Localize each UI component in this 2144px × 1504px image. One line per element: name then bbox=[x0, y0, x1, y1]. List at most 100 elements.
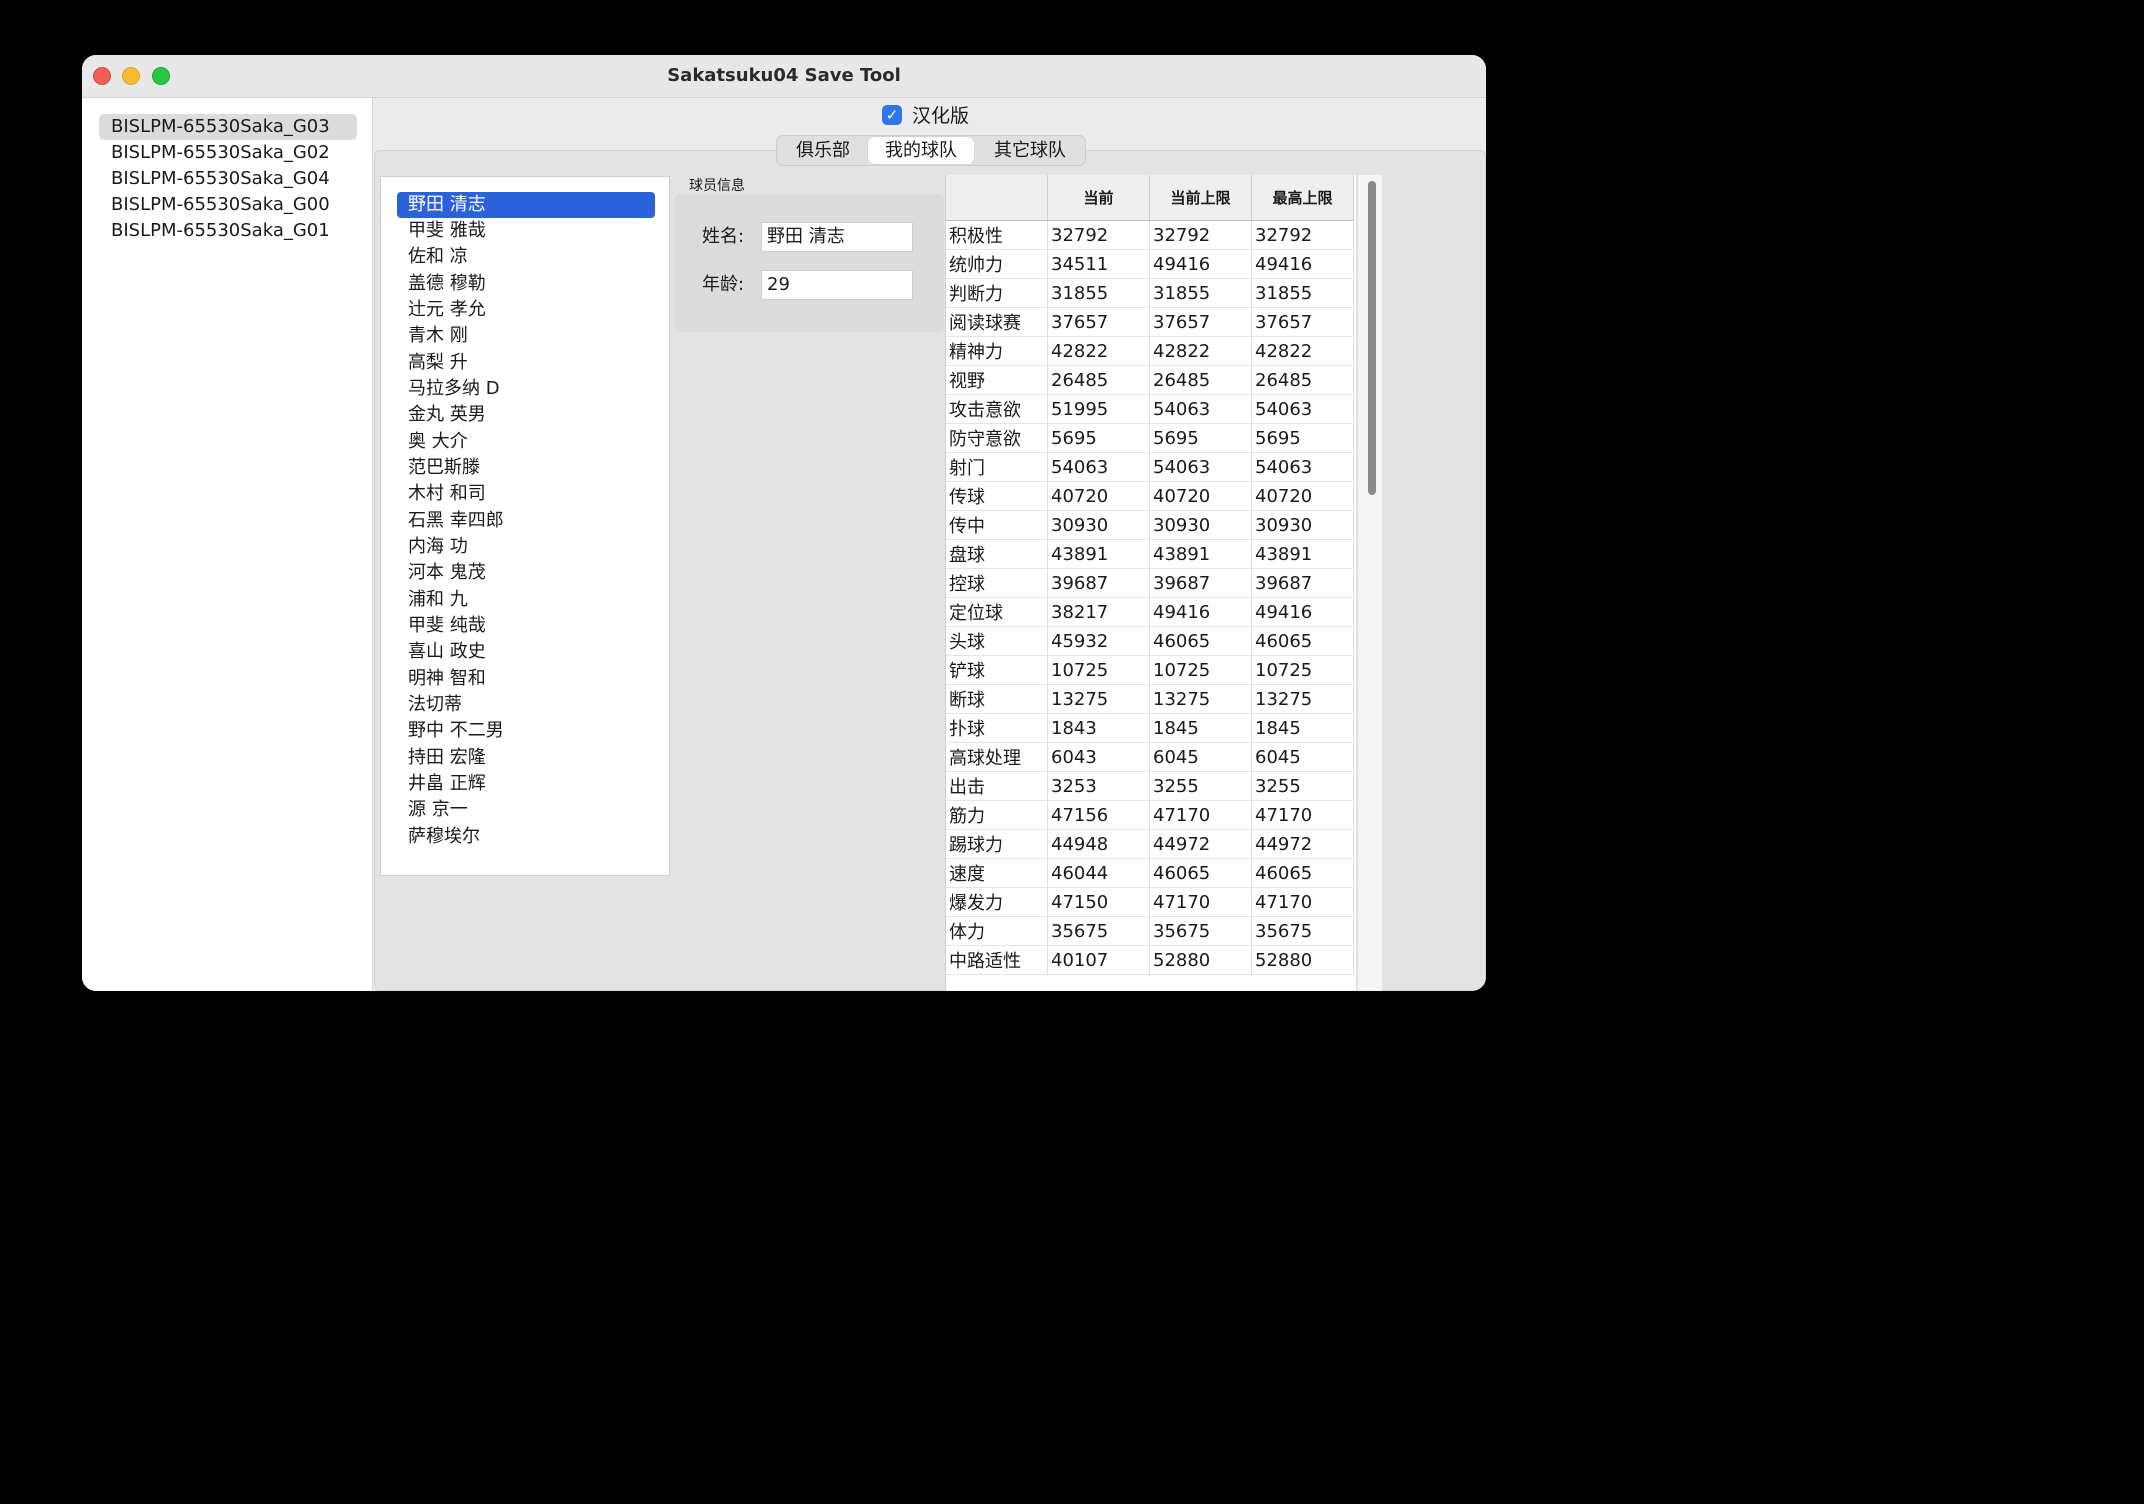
stat-value-cell[interactable]: 34511 bbox=[1047, 249, 1150, 279]
stat-value-cell[interactable]: 37657 bbox=[1149, 307, 1252, 337]
player-list-item[interactable]: 马拉多纳 D bbox=[397, 376, 655, 402]
player-list-item[interactable]: 河本 鬼茂 bbox=[397, 560, 655, 586]
stats-row[interactable]: 传中 30930 30930 30930 bbox=[946, 510, 1354, 540]
stats-column-header[interactable]: 当前上限 bbox=[1149, 175, 1252, 221]
stat-value-cell[interactable]: 42822 bbox=[1149, 336, 1252, 366]
stats-scrollbar[interactable] bbox=[1357, 175, 1382, 991]
player-list-item[interactable]: 甲斐 纯哉 bbox=[397, 613, 655, 639]
stat-value-cell[interactable]: 40720 bbox=[1149, 481, 1252, 511]
stat-value-cell[interactable]: 5695 bbox=[1047, 423, 1150, 453]
stat-value-cell[interactable]: 39687 bbox=[1149, 568, 1252, 598]
stats-table-container[interactable]: 当前 当前上限 最高上限 积极性 32792 32792 32792 统帅力 34511 4… bbox=[945, 175, 1356, 991]
stats-row[interactable]: 射门 54063 54063 54063 bbox=[946, 452, 1354, 482]
stat-value-cell[interactable]: 45932 bbox=[1047, 626, 1150, 656]
player-list-item[interactable]: 木村 和司 bbox=[397, 481, 655, 507]
stat-value-cell[interactable]: 13275 bbox=[1047, 684, 1150, 714]
stat-value-cell[interactable]: 54063 bbox=[1251, 394, 1354, 424]
stat-name-cell[interactable]: 盘球 bbox=[946, 539, 1048, 569]
stat-value-cell[interactable]: 43891 bbox=[1251, 539, 1354, 569]
save-file-item[interactable]: BISLPM-65530Saka_G04 bbox=[99, 166, 357, 192]
stat-value-cell[interactable]: 49416 bbox=[1149, 249, 1252, 279]
player-list-item[interactable]: 浦和 九 bbox=[397, 587, 655, 613]
stat-name-cell[interactable]: 速度 bbox=[946, 858, 1048, 888]
stats-column-header[interactable]: 最高上限 bbox=[1251, 175, 1354, 221]
stat-value-cell[interactable]: 1845 bbox=[1251, 713, 1354, 743]
stat-value-cell[interactable]: 52880 bbox=[1149, 945, 1252, 975]
stats-row[interactable]: 出击 3253 3255 3255 bbox=[946, 771, 1354, 801]
stat-value-cell[interactable]: 5695 bbox=[1251, 423, 1354, 453]
localized-checkbox[interactable]: ✓ bbox=[882, 105, 902, 125]
stats-row[interactable]: 盘球 43891 43891 43891 bbox=[946, 539, 1354, 569]
name-field[interactable]: 野田 清志 bbox=[761, 222, 913, 252]
stats-row[interactable]: 体力 35675 35675 35675 bbox=[946, 916, 1354, 946]
stat-name-cell[interactable]: 踢球力 bbox=[946, 829, 1048, 859]
stat-value-cell[interactable]: 30930 bbox=[1149, 510, 1252, 540]
age-field[interactable]: 29 bbox=[761, 270, 913, 300]
player-list-item[interactable]: 野田 清志 bbox=[397, 192, 655, 218]
stat-value-cell[interactable]: 40107 bbox=[1047, 945, 1150, 975]
stats-row[interactable]: 扑球 1843 1845 1845 bbox=[946, 713, 1354, 743]
tab-club[interactable]: 俱乐部 bbox=[779, 137, 867, 164]
stat-value-cell[interactable]: 35675 bbox=[1149, 916, 1252, 946]
stat-value-cell[interactable]: 6045 bbox=[1149, 742, 1252, 772]
player-list-item[interactable]: 石黑 幸四郎 bbox=[397, 508, 655, 534]
stat-name-cell[interactable]: 头球 bbox=[946, 626, 1048, 656]
stat-value-cell[interactable]: 3255 bbox=[1149, 771, 1252, 801]
stat-value-cell[interactable]: 10725 bbox=[1149, 655, 1252, 685]
player-list-item[interactable]: 内海 功 bbox=[397, 534, 655, 560]
save-file-item[interactable]: BISLPM-65530Saka_G02 bbox=[99, 140, 357, 166]
stat-value-cell[interactable]: 47156 bbox=[1047, 800, 1150, 830]
stat-value-cell[interactable]: 47170 bbox=[1149, 887, 1252, 917]
stat-name-cell[interactable]: 积极性 bbox=[946, 220, 1048, 250]
stat-value-cell[interactable]: 31855 bbox=[1149, 278, 1252, 308]
stat-value-cell[interactable]: 32792 bbox=[1047, 220, 1150, 250]
stats-row[interactable]: 踢球力 44948 44972 44972 bbox=[946, 829, 1354, 859]
stat-name-cell[interactable]: 扑球 bbox=[946, 713, 1048, 743]
stat-name-cell[interactable]: 控球 bbox=[946, 568, 1048, 598]
stats-row[interactable]: 断球 13275 13275 13275 bbox=[946, 684, 1354, 714]
save-file-item[interactable]: BISLPM-65530Saka_G01 bbox=[99, 218, 357, 244]
stat-value-cell[interactable]: 37657 bbox=[1251, 307, 1354, 337]
stat-name-cell[interactable]: 统帅力 bbox=[946, 249, 1048, 279]
stats-row[interactable]: 控球 39687 39687 39687 bbox=[946, 568, 1354, 598]
stat-name-cell[interactable]: 断球 bbox=[946, 684, 1048, 714]
stat-value-cell[interactable]: 46044 bbox=[1047, 858, 1150, 888]
tab-other-teams[interactable]: 其它球队 bbox=[977, 137, 1083, 164]
stat-value-cell[interactable]: 40720 bbox=[1251, 481, 1354, 511]
player-list-item[interactable]: 明神 智和 bbox=[397, 666, 655, 692]
stats-row[interactable]: 判断力 31855 31855 31855 bbox=[946, 278, 1354, 308]
stat-value-cell[interactable]: 10725 bbox=[1047, 655, 1150, 685]
player-list-item[interactable]: 金丸 英男 bbox=[397, 402, 655, 428]
stat-value-cell[interactable]: 46065 bbox=[1251, 626, 1354, 656]
stat-value-cell[interactable]: 1845 bbox=[1149, 713, 1252, 743]
stats-row[interactable]: 统帅力 34511 49416 49416 bbox=[946, 249, 1354, 279]
stat-name-cell[interactable]: 中路适性 bbox=[946, 945, 1048, 975]
stat-value-cell[interactable]: 3253 bbox=[1047, 771, 1150, 801]
stat-value-cell[interactable]: 35675 bbox=[1047, 916, 1150, 946]
stat-name-cell[interactable]: 视野 bbox=[946, 365, 1048, 395]
stat-name-cell[interactable]: 筋力 bbox=[946, 800, 1048, 830]
stat-value-cell[interactable]: 13275 bbox=[1149, 684, 1252, 714]
stats-row[interactable]: 精神力 42822 42822 42822 bbox=[946, 336, 1354, 366]
stat-value-cell[interactable]: 6043 bbox=[1047, 742, 1150, 772]
stat-name-cell[interactable]: 体力 bbox=[946, 916, 1048, 946]
player-list-item[interactable]: 井畠 正辉 bbox=[397, 771, 655, 797]
player-list-item[interactable]: 法切蒂 bbox=[397, 692, 655, 718]
player-list[interactable]: 野田 清志 甲斐 雅哉 佐和 凉 盖德 穆勒 辻元 孝允 青木 刚 高梨 升 马… bbox=[380, 176, 670, 876]
stat-name-cell[interactable]: 判断力 bbox=[946, 278, 1048, 308]
stat-value-cell[interactable]: 42822 bbox=[1251, 336, 1354, 366]
player-list-item[interactable]: 奥 大介 bbox=[397, 429, 655, 455]
stat-value-cell[interactable]: 54063 bbox=[1047, 452, 1150, 482]
stats-row[interactable]: 传球 40720 40720 40720 bbox=[946, 481, 1354, 511]
stat-value-cell[interactable]: 26485 bbox=[1149, 365, 1252, 395]
stats-row[interactable]: 筋力 47156 47170 47170 bbox=[946, 800, 1354, 830]
stat-value-cell[interactable]: 32792 bbox=[1149, 220, 1252, 250]
stat-value-cell[interactable]: 47170 bbox=[1251, 887, 1354, 917]
stat-name-cell[interactable]: 精神力 bbox=[946, 336, 1048, 366]
stat-value-cell[interactable]: 30930 bbox=[1251, 510, 1354, 540]
player-list-item[interactable]: 盖德 穆勒 bbox=[397, 271, 655, 297]
player-list-item[interactable]: 持田 宏隆 bbox=[397, 745, 655, 771]
player-list-item[interactable]: 源 京一 bbox=[397, 797, 655, 823]
player-list-item[interactable]: 青木 刚 bbox=[397, 323, 655, 349]
stat-value-cell[interactable]: 49416 bbox=[1149, 597, 1252, 627]
